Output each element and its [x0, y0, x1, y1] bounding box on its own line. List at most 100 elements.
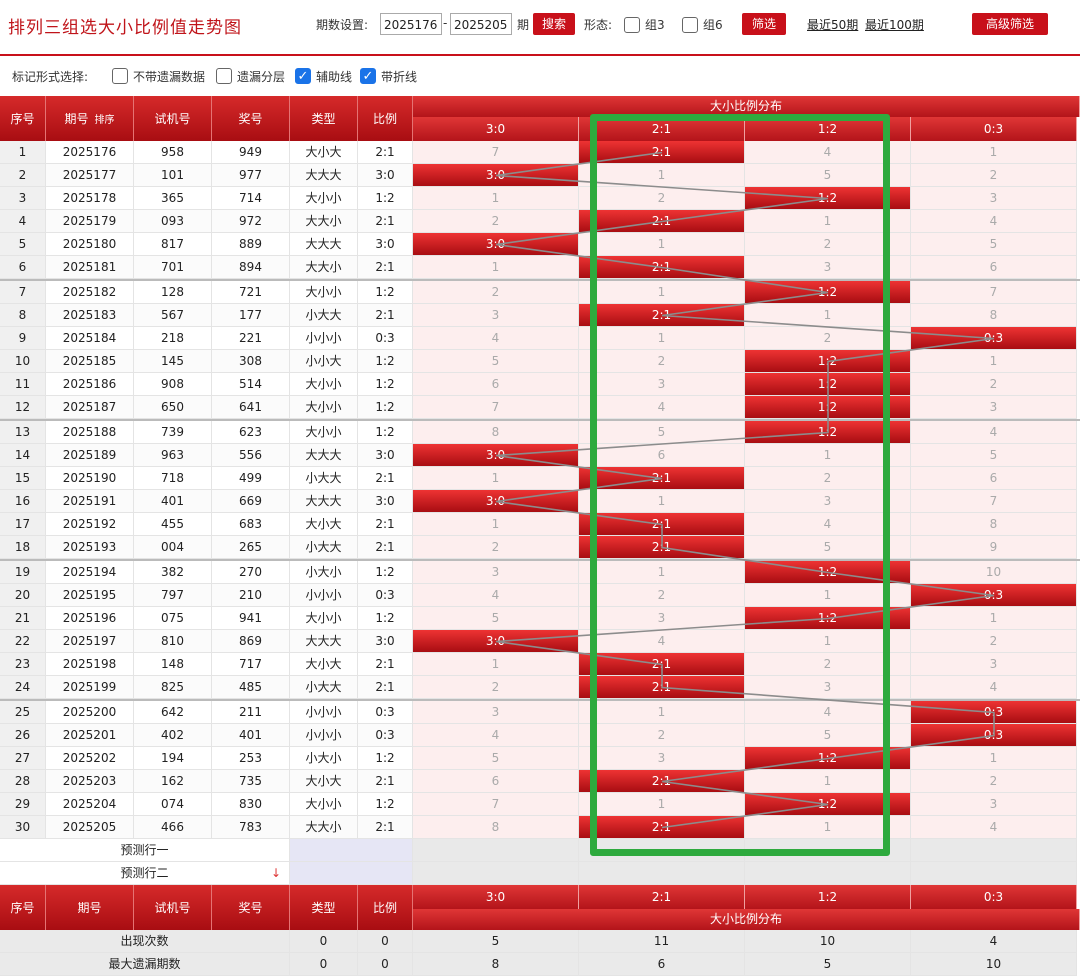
predict-row-1-dist[interactable]: [579, 839, 745, 862]
predict-row-1-dist[interactable]: [911, 839, 1077, 862]
predict-row-2-dist[interactable]: [413, 862, 579, 885]
omission-cell: 5: [745, 164, 911, 187]
omission-cell: 7: [413, 141, 579, 164]
cell-prize: 210: [212, 584, 290, 607]
cell-type: 小小小: [290, 584, 358, 607]
omission-cell: 1: [579, 233, 745, 256]
ratio-hit-cell: 3:0: [413, 164, 579, 187]
cell-issue: 2025198: [46, 653, 134, 676]
sort-button[interactable]: 排序: [95, 111, 115, 126]
cell-type: 小小小: [290, 327, 358, 350]
dist-col-header-3: 0:3: [911, 117, 1077, 141]
omission-cell: 1: [579, 490, 745, 513]
cell-trial: 810: [134, 630, 212, 653]
ratio-hit-cell: 1:2: [745, 187, 911, 210]
issue-header[interactable]: 期号 排序: [46, 96, 134, 141]
advanced-filter-button[interactable]: 高级筛选: [972, 13, 1048, 35]
predict-row-1-dist[interactable]: [413, 839, 579, 862]
cell-type: 大小大: [290, 770, 358, 793]
omission-cell: 1: [413, 187, 579, 210]
cell-prize: 894: [212, 256, 290, 279]
omission-cell: 5: [413, 607, 579, 630]
group3-checkbox[interactable]: [624, 17, 640, 33]
ratio-hit-cell: 2:1: [579, 210, 745, 233]
period-from-input[interactable]: 2025176: [380, 13, 442, 35]
dist-col-header-2: 1:2: [745, 117, 911, 141]
cell-trial: 650: [134, 396, 212, 419]
序号-header: 序号: [0, 96, 46, 141]
stat-label: 出现次数: [0, 930, 290, 953]
cell-seq: 2: [0, 164, 46, 187]
cell-seq: 9: [0, 327, 46, 350]
cell-type: 小小大: [290, 350, 358, 373]
cell-ratio: 2:1: [358, 816, 413, 839]
cell-prize: 949: [212, 141, 290, 164]
cell-issue: 2025178: [46, 187, 134, 210]
omission-cell: 6: [579, 444, 745, 467]
cell-type: 大小大: [290, 653, 358, 676]
cell-seq: 15: [0, 467, 46, 490]
predict-row-2-dist[interactable]: [745, 862, 911, 885]
predict-row-1-dist[interactable]: [745, 839, 911, 862]
search-button[interactable]: 搜索: [533, 13, 575, 35]
period-to-input[interactable]: 2025205: [450, 13, 512, 35]
recent50-link[interactable]: 最近50期: [807, 16, 858, 33]
polyline-checkbox[interactable]: ✓: [360, 68, 376, 84]
omission-cell: 6: [413, 770, 579, 793]
omission-cell: 6: [911, 256, 1077, 279]
recent100-link[interactable]: 最近100期: [865, 16, 924, 33]
predict-row-1-label[interactable]: 预测行一: [0, 839, 290, 862]
predict-expand-arrow-icon[interactable]: ↓: [262, 862, 290, 885]
omission-cell: 2: [579, 584, 745, 607]
stat-value: 11: [579, 930, 745, 953]
cell-type: 大大大: [290, 233, 358, 256]
cell-ratio: 2:1: [358, 210, 413, 233]
no-omission-label: 不带遗漏数据: [133, 70, 206, 84]
group6-checkbox[interactable]: [682, 17, 698, 33]
omission-layer-checkbox[interactable]: [216, 68, 232, 84]
cell-trial: 958: [134, 141, 212, 164]
omission-cell: 1: [745, 770, 911, 793]
omission-layer-label: 遗漏分层: [237, 70, 286, 84]
dist-col-header-1: 2:1: [579, 117, 745, 141]
cell-trial: 162: [134, 770, 212, 793]
cell-seq: 16: [0, 490, 46, 513]
cell-type: 大小小: [290, 281, 358, 304]
cell-issue: 2025196: [46, 607, 134, 630]
cell-trial: 642: [134, 701, 212, 724]
predict-row-1-type[interactable]: [290, 839, 413, 862]
omission-cell: 3: [579, 747, 745, 770]
predict-row-2-type[interactable]: [290, 862, 413, 885]
guide-line-label: 辅助线: [316, 70, 353, 84]
cell-seq: 17: [0, 513, 46, 536]
predict-row-2-dist[interactable]: [579, 862, 745, 885]
cell-prize: 669: [212, 490, 290, 513]
cell-issue: 2025205: [46, 816, 134, 839]
cell-seq: 26: [0, 724, 46, 747]
cell-prize: 641: [212, 396, 290, 419]
cell-ratio: 1:2: [358, 421, 413, 444]
cell-seq: 24: [0, 676, 46, 699]
predict-row-2-dist[interactable]: [911, 862, 1077, 885]
cell-trial: 817: [134, 233, 212, 256]
footer-dist-col-0: 3:0: [413, 885, 579, 909]
cell-issue: 2025188: [46, 421, 134, 444]
ratio-hit-cell: 0:3: [911, 584, 1077, 607]
cell-issue: 2025204: [46, 793, 134, 816]
guide-line-checkbox[interactable]: ✓: [295, 68, 311, 84]
predict-row-2-label[interactable]: 预测行二: [0, 862, 290, 885]
cell-ratio: 1:2: [358, 793, 413, 816]
stat-value: 5: [413, 930, 579, 953]
footer-dist-col-2: 1:2: [745, 885, 911, 909]
cell-ratio: 0:3: [358, 584, 413, 607]
no-omission-checkbox[interactable]: [112, 68, 128, 84]
omission-cell: 3: [579, 607, 745, 630]
omission-cell: 2: [413, 281, 579, 304]
filter-button[interactable]: 筛选: [742, 13, 786, 35]
cell-prize: 308: [212, 350, 290, 373]
ratio-hit-cell: 2:1: [579, 467, 745, 490]
cell-issue: 2025190: [46, 467, 134, 490]
ratio-hit-cell: 1:2: [745, 607, 911, 630]
omission-cell: 1: [745, 584, 911, 607]
cell-seq: 29: [0, 793, 46, 816]
